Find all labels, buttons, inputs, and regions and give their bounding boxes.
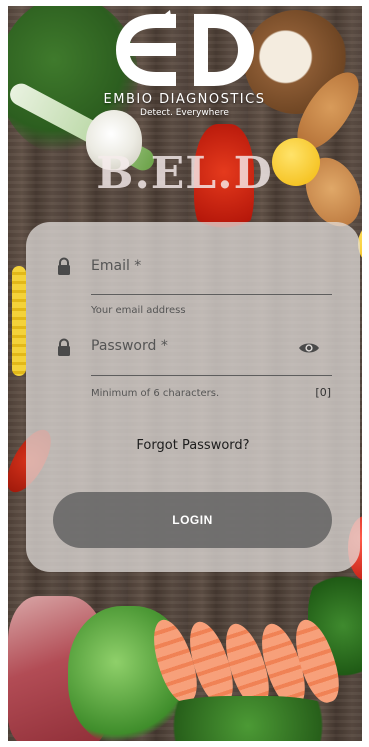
- password-underline: [91, 375, 332, 376]
- lock-icon: [58, 257, 70, 275]
- email-helper: Your email address: [91, 305, 186, 316]
- app-title: B.EL.D: [96, 148, 273, 199]
- password-field[interactable]: Password * Minimum of 6 characters. [0]: [26, 334, 360, 404]
- logo-mark-icon: [110, 10, 260, 90]
- login-button[interactable]: LOGIN: [53, 492, 332, 548]
- eye-icon[interactable]: [298, 341, 320, 355]
- password-helper: Minimum of 6 characters.: [91, 388, 220, 399]
- password-label: Password *: [91, 338, 168, 354]
- lock-icon: [58, 338, 70, 356]
- email-underline: [91, 294, 332, 295]
- brand-tagline: Detect. Everywhere: [140, 108, 229, 118]
- corn: [12, 266, 26, 376]
- email-field[interactable]: Email * Your email address: [26, 252, 360, 322]
- login-card: Email * Your email address Password * Mi…: [26, 222, 360, 572]
- email-label: Email *: [91, 258, 142, 274]
- brand-name: EMBIO DIAGNOSTICS: [103, 92, 266, 107]
- leafy-greens: [148, 696, 348, 741]
- brand-logo: EMBIO DIAGNOSTICS Detect. Everywhere: [0, 10, 369, 118]
- forgot-password-link[interactable]: Forgot Password?: [26, 438, 360, 453]
- password-char-counter: [0]: [315, 386, 331, 399]
